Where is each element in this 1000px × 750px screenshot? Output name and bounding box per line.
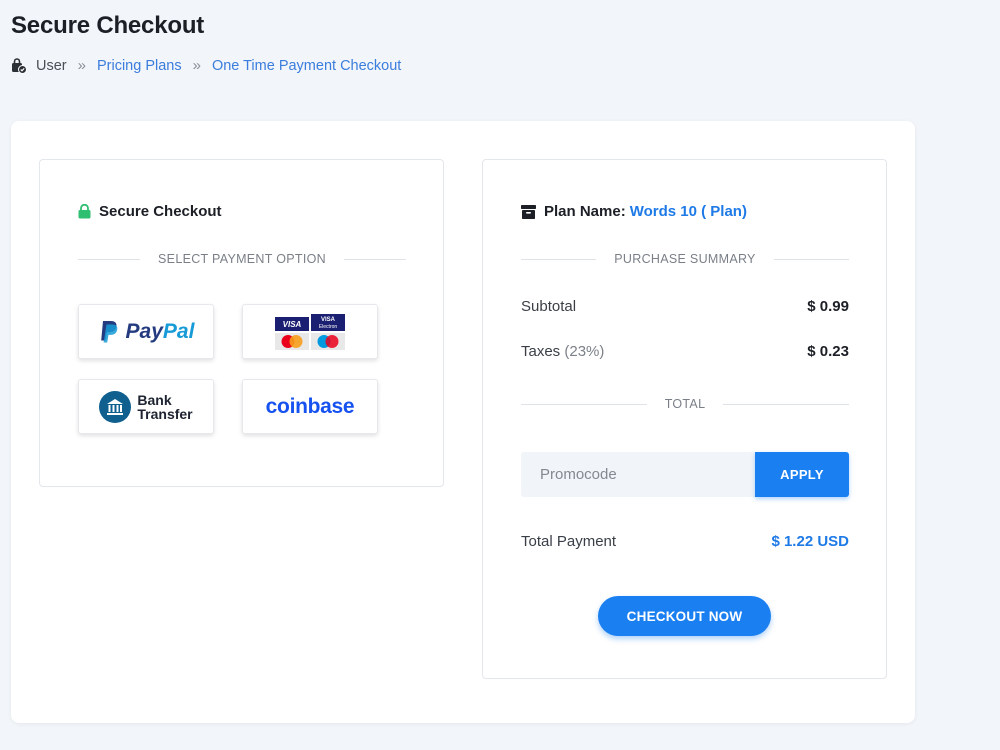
total-payment-value: $ 1.22 USD [771,533,849,550]
payment-panel-heading: Secure Checkout [78,203,222,220]
total-payment-label: Total Payment [521,533,617,550]
svg-text:VISA: VISA [283,320,302,329]
paypal-wordmark: PayPal [125,319,195,343]
coinbase-wordmark: coinbase [265,394,355,418]
taxes-rate: (23%) [564,343,605,360]
plan-name-value: Words 10 ( Plan) [629,203,747,220]
card-brands-icon: VISA VISA Electron [275,313,345,350]
total-payment-row: Total Payment $ 1.22 USD [521,533,849,550]
bank-transfer-label: Bank Transfer [137,391,193,422]
payment-options-panel: Secure Checkout SELECT PAYMENT OPTION Pa… [39,159,444,487]
total-divider: TOTAL [521,396,850,412]
archive-icon [521,204,536,219]
breadcrumb-separator: » [77,57,86,74]
breadcrumb-pricing-plans[interactable]: Pricing Plans [97,58,182,74]
purchase-summary-label: PURCHASE SUMMARY [614,252,756,266]
breadcrumb: User » Pricing Plans » One Time Payment … [11,57,401,74]
plan-name-heading: Plan Name: Words 10 ( Plan) [521,203,747,220]
subtotal-value: $ 0.99 [807,298,849,315]
subtotal-label: Subtotal [521,298,577,315]
paypal-option[interactable]: PayPal [78,304,214,359]
taxes-label: Taxes (23%) [521,343,605,360]
breadcrumb-one-time-payment-checkout[interactable]: One Time Payment Checkout [212,58,401,74]
taxes-row: Taxes (23%) $ 0.23 [521,343,849,360]
bank-transfer-option[interactable]: Bank Transfer [78,379,214,434]
purchase-summary-panel: Plan Name: Words 10 ( Plan) PURCHASE SUM… [482,159,887,679]
breadcrumb-separator: » [192,57,201,74]
promocode-input[interactable] [521,452,755,497]
paypal-logo-icon [100,320,117,342]
svg-text:Electron: Electron [319,324,338,330]
apply-button[interactable]: APPLY [755,452,849,497]
plan-name-label: Plan Name: [544,203,626,220]
select-payment-divider: SELECT PAYMENT OPTION [78,251,407,267]
lock-icon [78,204,91,219]
select-payment-label: SELECT PAYMENT OPTION [158,252,326,266]
checkout-card: Secure Checkout SELECT PAYMENT OPTION Pa… [11,121,915,723]
breadcrumb-user[interactable]: User [36,58,67,74]
purchase-summary-divider: PURCHASE SUMMARY [521,251,849,267]
bank-icon [99,390,132,423]
checkout-now-button[interactable]: CHECKOUT NOW [598,596,771,636]
subtotal-row: Subtotal $ 0.99 [521,298,849,315]
coinbase-option[interactable]: coinbase [242,379,378,434]
payment-panel-title: Secure Checkout [99,203,222,220]
page-title: Secure Checkout [11,12,205,39]
user-lock-icon [11,57,27,74]
svg-text:VISA: VISA [321,317,336,323]
total-divider-label: TOTAL [664,397,706,411]
credit-card-option[interactable]: VISA VISA Electron [242,304,378,359]
promocode-group: APPLY [521,452,849,497]
taxes-value: $ 0.23 [807,343,849,360]
